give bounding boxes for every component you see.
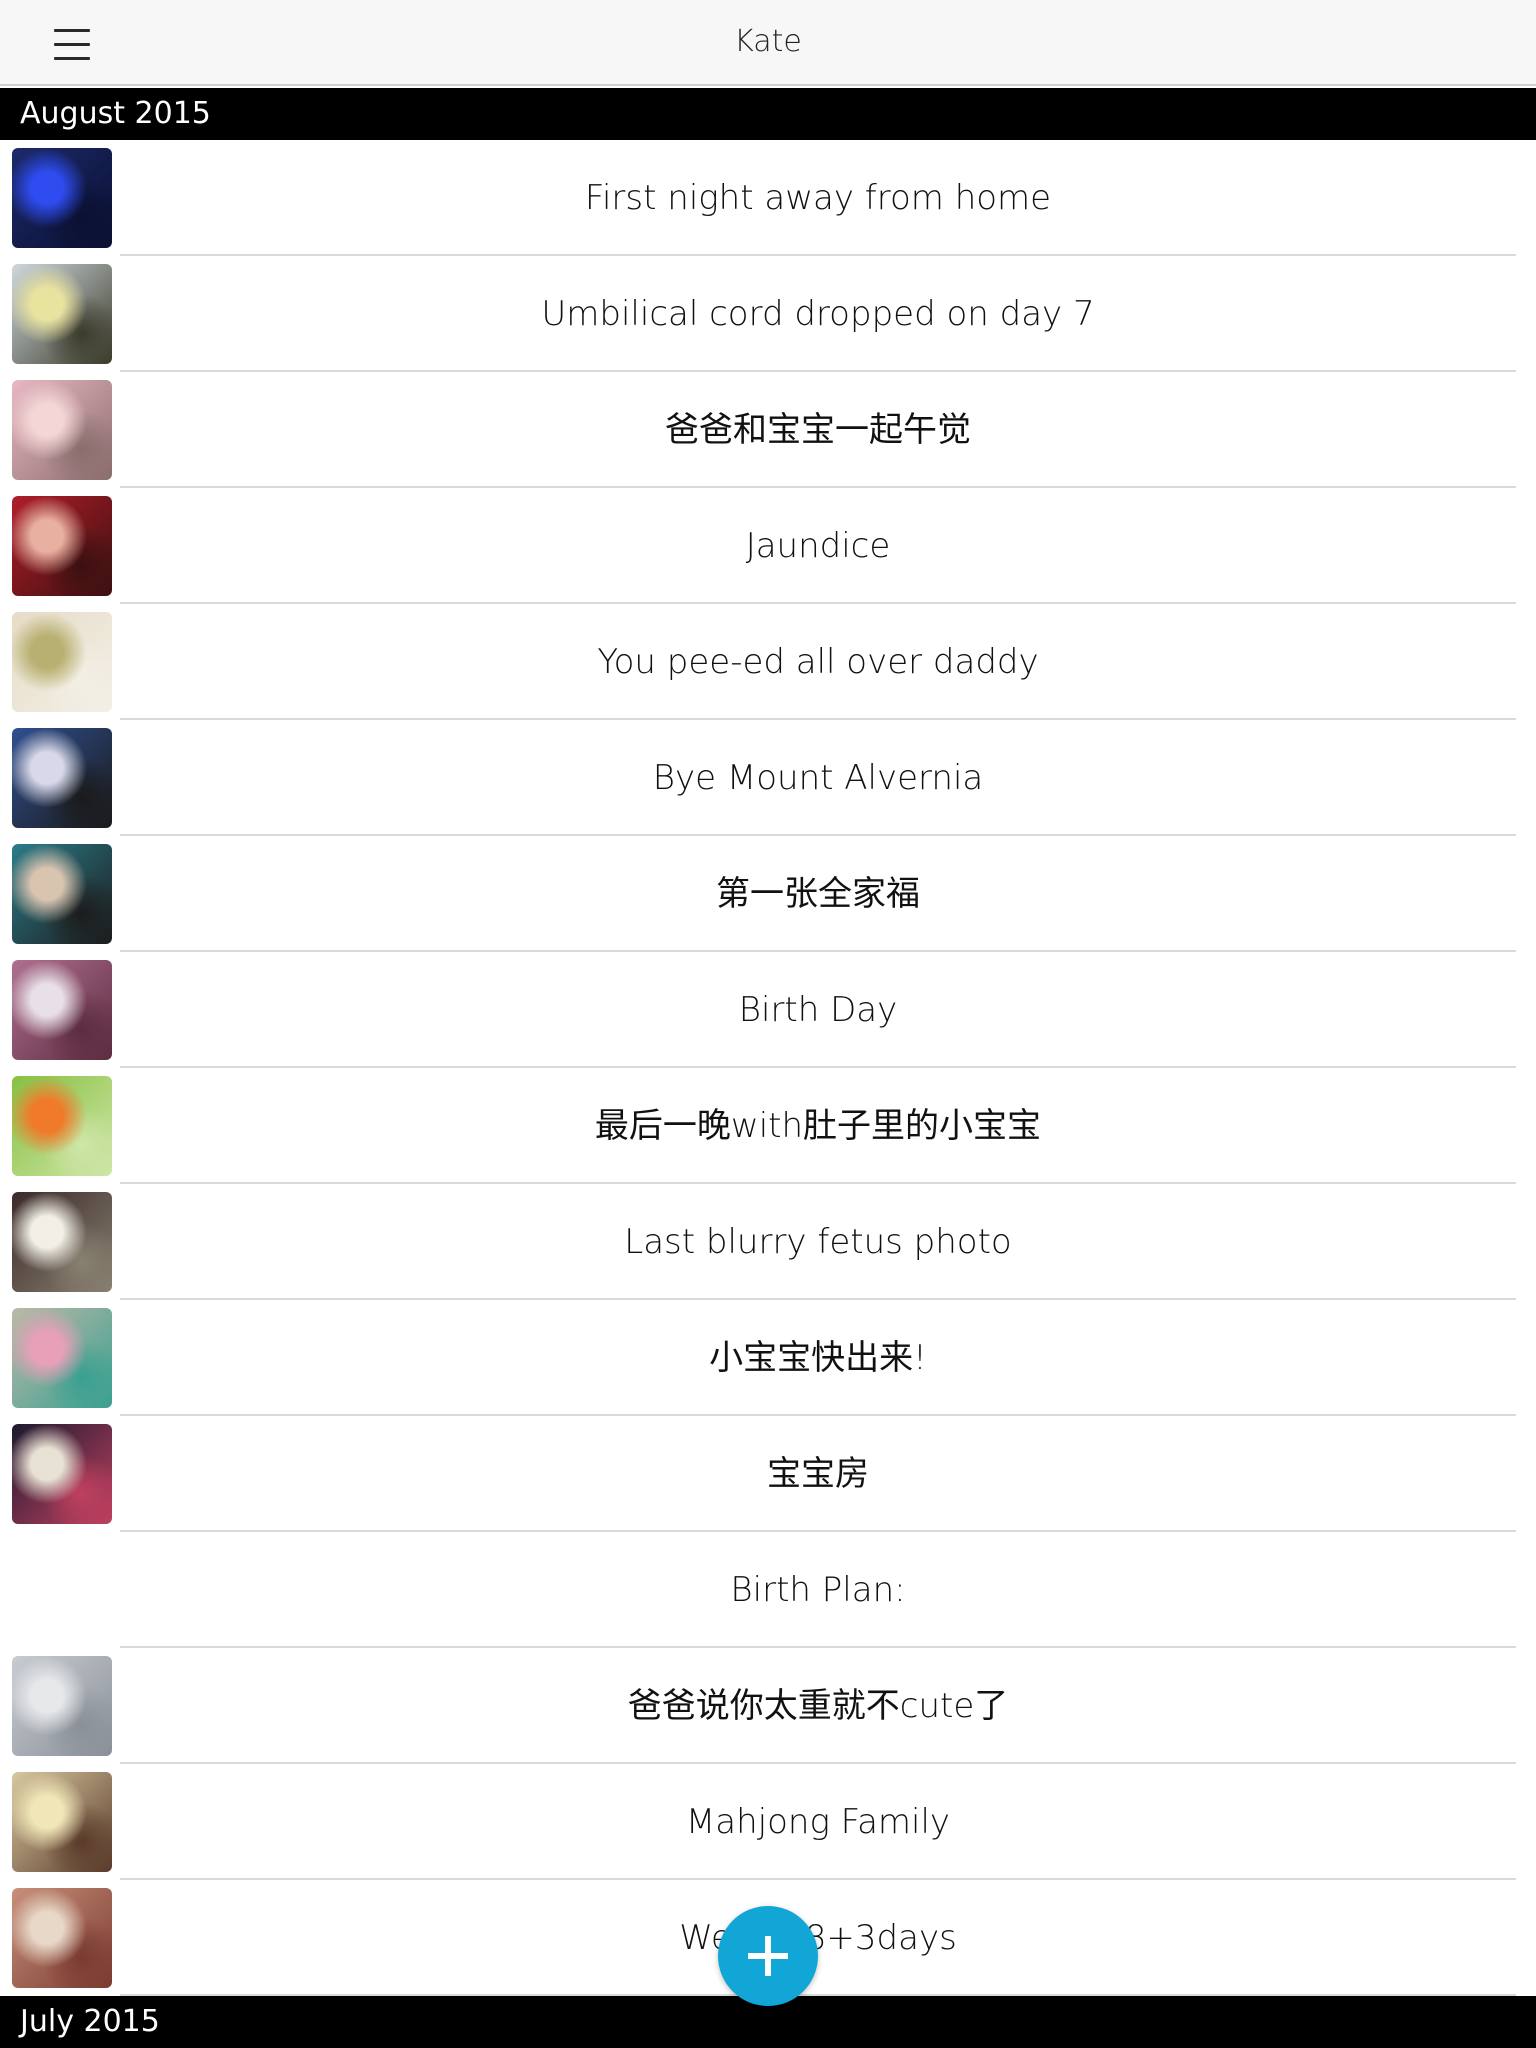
- entry-thumbnail: [12, 1308, 112, 1408]
- entry-title: First night away from home: [584, 178, 1052, 218]
- list-item[interactable]: First night away from home: [0, 140, 1536, 256]
- entry-title: 爸爸说你太重就不cute了: [627, 1686, 1009, 1726]
- entry-title: 小宝宝快出来!: [709, 1338, 927, 1378]
- entry-title: Week 38+3days: [679, 1918, 957, 1958]
- entry-thumbnail: [12, 1192, 112, 1292]
- entry-title: Last blurry fetus photo: [624, 1222, 1012, 1262]
- entry-thumbnail: [12, 960, 112, 1060]
- add-entry-button[interactable]: [718, 1906, 818, 2006]
- entry-thumbnail: [12, 1424, 112, 1524]
- entry-thumbnail: [12, 264, 112, 364]
- navigation-bar: Kate: [0, 0, 1536, 86]
- list-item[interactable]: Mahjong Family: [0, 1764, 1536, 1880]
- entry-thumbnail: [12, 380, 112, 480]
- entry-title: You pee-ed all over daddy: [597, 642, 1039, 682]
- list-item[interactable]: 爸爸和宝宝一起午觉: [0, 372, 1536, 488]
- list-item[interactable]: Birth Day: [0, 952, 1536, 1068]
- list-item[interactable]: Last blurry fetus photo: [0, 1184, 1536, 1300]
- entry-thumbnail: [12, 1076, 112, 1176]
- entry-title: 爸爸和宝宝一起午觉: [665, 410, 971, 450]
- list-item[interactable]: Bye Mount Alvernia: [0, 720, 1536, 836]
- entry-title: Birth Day: [738, 990, 898, 1030]
- list-item[interactable]: 宝宝房: [0, 1416, 1536, 1532]
- entry-title: Mahjong Family: [685, 1802, 951, 1842]
- page-title: Kate: [734, 24, 802, 59]
- entry-thumbnail: [12, 1656, 112, 1756]
- entry-title: Umbilical cord dropped on day 7: [541, 294, 1095, 334]
- entry-title: 最后一晚with肚子里的小宝宝: [594, 1106, 1042, 1146]
- list-item[interactable]: Birth Plan:: [0, 1532, 1536, 1648]
- plus-icon: [748, 1936, 788, 1976]
- list-item[interactable]: Umbilical cord dropped on day 7: [0, 256, 1536, 372]
- entry-thumbnail: [12, 728, 112, 828]
- list-item[interactable]: 第一张全家福: [0, 836, 1536, 952]
- entry-title: 宝宝房: [767, 1454, 869, 1494]
- entry-thumbnail: [12, 844, 112, 944]
- entry-thumbnail: [12, 148, 112, 248]
- entry-title: Birth Plan:: [730, 1570, 906, 1610]
- list-item[interactable]: 爸爸说你太重就不cute了: [0, 1648, 1536, 1764]
- entry-list: First night away from home Umbilical cord…: [0, 140, 1536, 1996]
- entry-thumbnail: [12, 612, 112, 712]
- section-header-august-2015: August 2015: [0, 88, 1536, 140]
- entry-title: 第一张全家福: [716, 874, 920, 914]
- entry-title: Bye Mount Alvernia: [652, 758, 984, 798]
- list-item[interactable]: You pee-ed all over daddy: [0, 604, 1536, 720]
- list-item[interactable]: 小宝宝快出来!: [0, 1300, 1536, 1416]
- entry-title: Jaundice: [745, 526, 891, 566]
- entry-thumbnail: [12, 496, 112, 596]
- entry-thumbnail: [12, 1888, 112, 1988]
- list-item[interactable]: 最后一晚with肚子里的小宝宝: [0, 1068, 1536, 1184]
- entry-thumbnail: [12, 1772, 112, 1872]
- list-item[interactable]: Jaundice: [0, 488, 1536, 604]
